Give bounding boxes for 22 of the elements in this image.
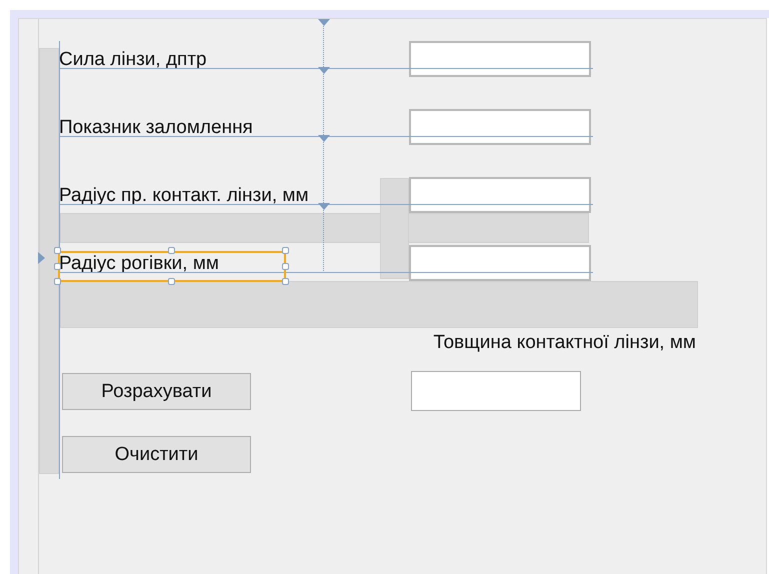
marker-icon	[318, 135, 330, 143]
resize-handle[interactable]	[54, 247, 61, 254]
resize-handle[interactable]	[168, 278, 175, 285]
marker-icon	[318, 203, 330, 211]
marker-icon	[318, 67, 330, 75]
field-label: Радіус пр. контакт. лінзи, мм	[59, 185, 309, 207]
resize-handle[interactable]	[282, 247, 289, 254]
field-label: Радіус рогівки, мм	[59, 253, 219, 275]
input-field[interactable]	[409, 177, 591, 213]
action-button[interactable]: Розрахувати	[62, 373, 251, 410]
field-label: Сила лінзи, дптр	[59, 49, 207, 71]
resize-handle[interactable]	[54, 278, 61, 285]
input-field[interactable]	[409, 109, 591, 145]
input-field[interactable]	[409, 41, 591, 77]
field-label: Показник заломлення	[59, 117, 253, 139]
input-field[interactable]	[409, 245, 591, 281]
action-button[interactable]: Очистити	[62, 436, 251, 473]
result-field[interactable]	[411, 371, 581, 411]
result-label: Товщина контактної лінзи, мм	[433, 331, 696, 355]
resize-handle[interactable]	[168, 247, 175, 254]
resize-handle[interactable]	[282, 262, 289, 270]
resize-handle[interactable]	[282, 278, 289, 285]
